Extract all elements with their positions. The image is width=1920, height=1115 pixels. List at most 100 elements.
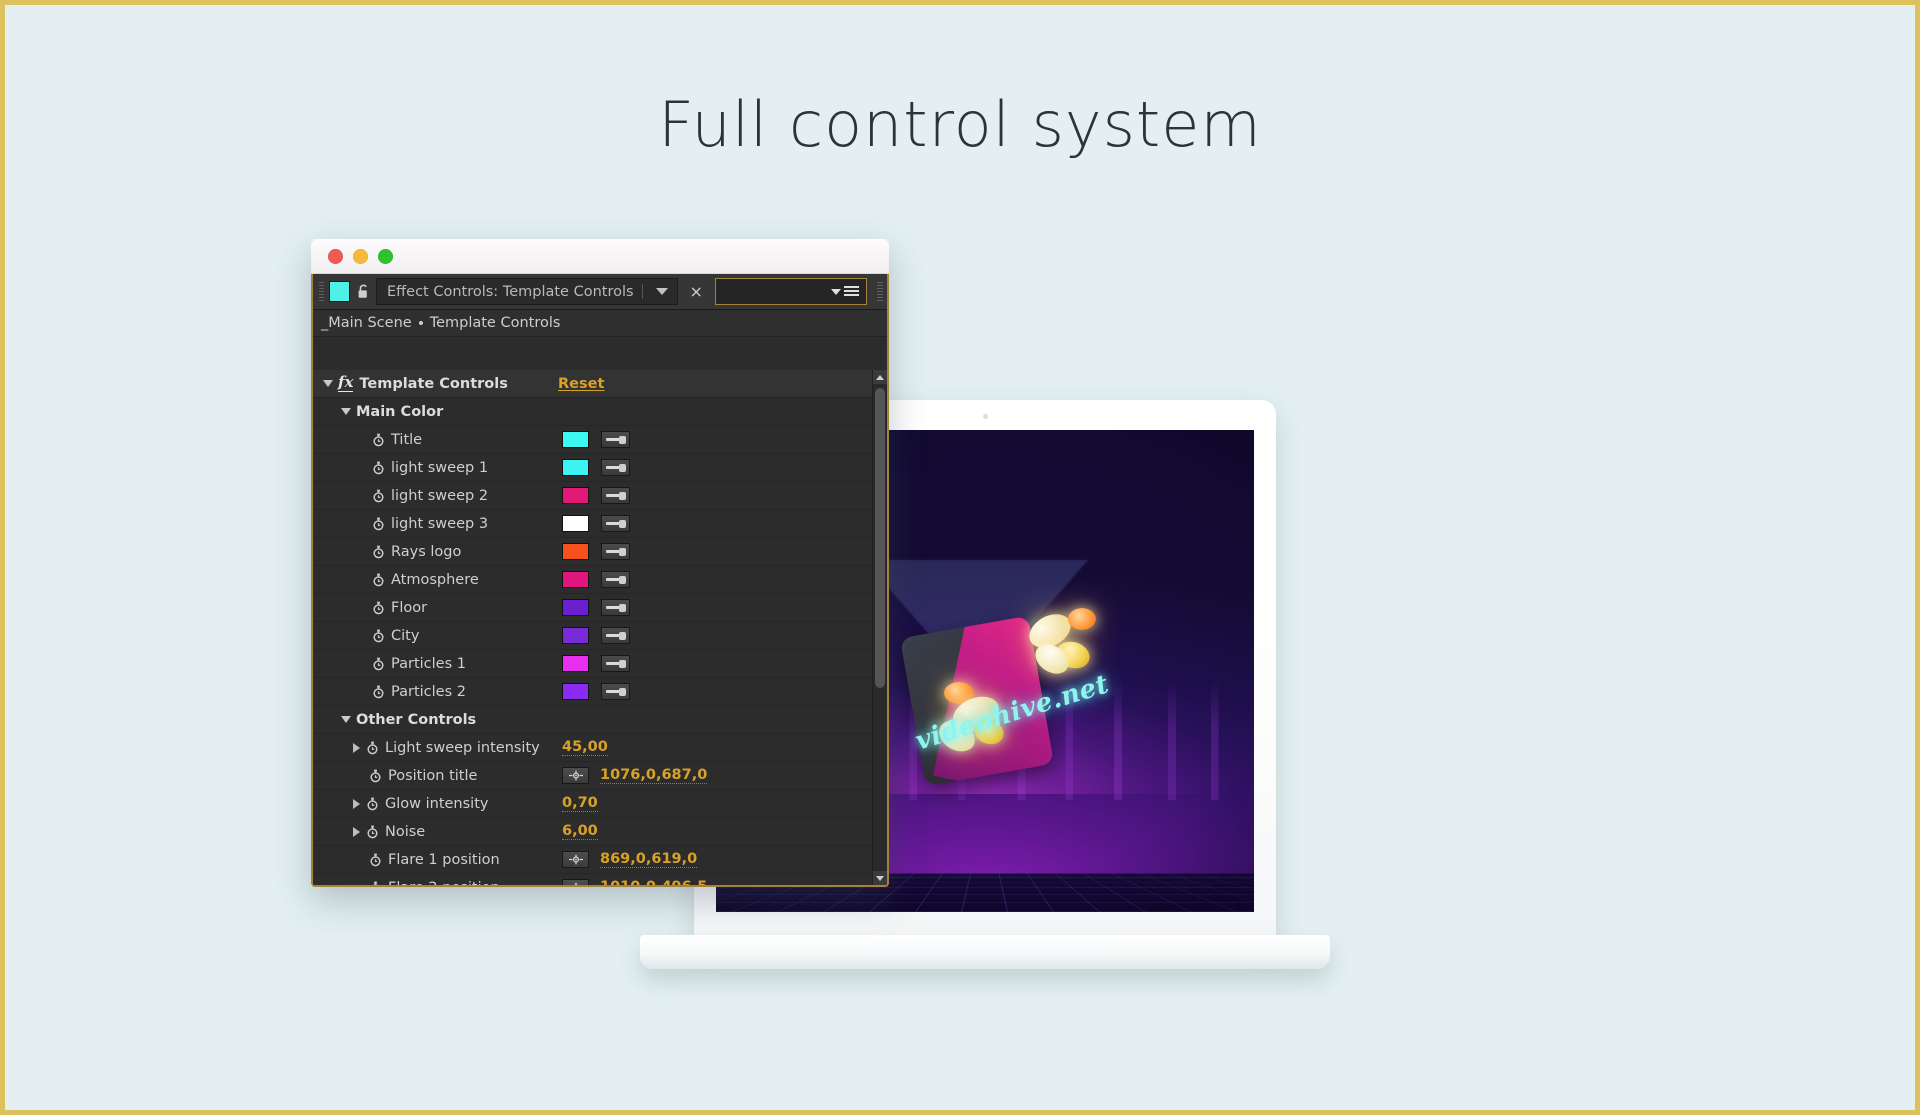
minimize-window-button[interactable] bbox=[353, 248, 368, 264]
color-swatch[interactable] bbox=[562, 599, 589, 616]
disclosure-triangle-icon[interactable] bbox=[353, 798, 360, 809]
parameter-label: Floor bbox=[391, 599, 428, 616]
parameter-label: Glow intensity bbox=[385, 795, 489, 812]
parameter-value[interactable]: 6,00 bbox=[562, 823, 598, 840]
other-parameter-rows: Light sweep intensity 45,00 Position title… bbox=[313, 734, 887, 885]
value-parameter-row[interactable]: Flare 1 position 869,0,619,0 bbox=[313, 846, 887, 874]
parameter-value[interactable]: 869,0,619,0 bbox=[600, 851, 698, 868]
effect-header-row[interactable]: fx Template Controls Reset bbox=[313, 370, 887, 398]
breadcrumb-comp[interactable]: _Main Scene bbox=[321, 315, 412, 331]
color-picker-button[interactable] bbox=[601, 599, 630, 616]
vertical-scrollbar[interactable] bbox=[872, 370, 887, 885]
group-row-main-color[interactable]: Main Color bbox=[313, 398, 887, 426]
stopwatch-icon[interactable] bbox=[372, 685, 385, 699]
stopwatch-icon[interactable] bbox=[372, 461, 385, 475]
color-parameter-row[interactable]: light sweep 1 bbox=[313, 454, 887, 482]
color-picker-button[interactable] bbox=[601, 459, 630, 476]
drag-grip-handle[interactable] bbox=[319, 282, 324, 301]
stopwatch-icon[interactable] bbox=[369, 853, 382, 867]
disclosure-triangle-icon[interactable] bbox=[341, 408, 351, 415]
chevron-down-icon[interactable] bbox=[655, 288, 668, 295]
color-swatch[interactable] bbox=[562, 683, 589, 700]
disclosure-triangle-icon[interactable] bbox=[341, 716, 351, 723]
breadcrumb-layer[interactable]: Template Controls bbox=[430, 315, 561, 331]
parameter-label: Flare 1 position bbox=[388, 851, 500, 868]
color-parameter-row[interactable]: Title bbox=[313, 426, 887, 454]
value-parameter-row[interactable]: Position title 1076,0,687,0 bbox=[313, 762, 887, 790]
stopwatch-icon[interactable] bbox=[372, 489, 385, 503]
tab-effect-controls[interactable]: Effect Controls: Template Controls bbox=[376, 278, 678, 305]
color-parameter-row[interactable]: Rays logo bbox=[313, 538, 887, 566]
stopwatch-icon[interactable] bbox=[366, 741, 379, 755]
color-picker-button[interactable] bbox=[601, 543, 630, 560]
group-row-other-controls[interactable]: Other Controls bbox=[313, 706, 887, 734]
color-swatch[interactable] bbox=[562, 571, 589, 588]
color-parameter-row[interactable]: Atmosphere bbox=[313, 566, 887, 594]
color-parameter-row[interactable]: Particles 1 bbox=[313, 650, 887, 678]
tab-label: Effect Controls: Template Controls bbox=[387, 283, 634, 300]
disclosure-triangle-icon[interactable] bbox=[353, 742, 360, 753]
close-window-button[interactable] bbox=[328, 248, 343, 264]
color-picker-button[interactable] bbox=[601, 683, 630, 700]
disclosure-triangle-icon[interactable] bbox=[323, 380, 333, 387]
parameter-value[interactable]: 0,70 bbox=[562, 795, 598, 812]
lock-icon[interactable] bbox=[355, 282, 371, 301]
stopwatch-icon[interactable] bbox=[366, 797, 379, 811]
position-picker-button[interactable] bbox=[562, 879, 589, 885]
parameter-value[interactable]: 1010,0,496,5 bbox=[600, 879, 707, 885]
parameter-value[interactable]: 1076,0,687,0 bbox=[600, 767, 708, 784]
scroll-down-button[interactable] bbox=[873, 871, 887, 885]
color-parameter-row[interactable]: City bbox=[313, 622, 887, 650]
color-swatch[interactable] bbox=[562, 487, 589, 504]
value-parameter-row[interactable]: Light sweep intensity 45,00 bbox=[313, 734, 887, 762]
panel-resize-grip[interactable] bbox=[877, 282, 883, 301]
zoom-window-button[interactable] bbox=[378, 248, 393, 264]
stopwatch-icon[interactable] bbox=[372, 433, 385, 447]
color-swatch[interactable] bbox=[562, 431, 589, 448]
parameter-value[interactable]: 45,00 bbox=[562, 739, 608, 756]
value-parameter-row[interactable]: Noise 6,00 bbox=[313, 818, 887, 846]
color-picker-button[interactable] bbox=[601, 431, 630, 448]
laptop-camera bbox=[983, 414, 988, 419]
color-parameter-row[interactable]: light sweep 2 bbox=[313, 482, 887, 510]
color-swatch[interactable] bbox=[562, 627, 589, 644]
reset-button[interactable]: Reset bbox=[558, 376, 604, 392]
scroll-up-button[interactable] bbox=[873, 370, 887, 384]
hamburger-icon bbox=[844, 285, 859, 298]
parameter-label: Atmosphere bbox=[391, 571, 479, 588]
color-picker-button[interactable] bbox=[601, 515, 630, 532]
stopwatch-icon[interactable] bbox=[369, 881, 382, 885]
position-picker-button[interactable] bbox=[562, 767, 589, 784]
stopwatch-icon[interactable] bbox=[372, 629, 385, 643]
parameter-label: Particles 1 bbox=[391, 655, 466, 672]
stopwatch-icon[interactable] bbox=[372, 517, 385, 531]
disclosure-triangle-icon[interactable] bbox=[353, 826, 360, 837]
color-swatch[interactable] bbox=[562, 543, 589, 560]
color-parameter-row[interactable]: light sweep 3 bbox=[313, 510, 887, 538]
stopwatch-icon[interactable] bbox=[372, 545, 385, 559]
color-parameter-row[interactable]: Floor bbox=[313, 594, 887, 622]
color-swatch[interactable] bbox=[562, 515, 589, 532]
color-picker-button[interactable] bbox=[601, 655, 630, 672]
panel-menu-button[interactable] bbox=[714, 278, 867, 305]
position-picker-button[interactable] bbox=[562, 851, 589, 868]
color-parameter-row[interactable]: Particles 2 bbox=[313, 678, 887, 706]
value-parameter-row[interactable]: Flare 2 position 1010,0,496,5 bbox=[313, 874, 887, 885]
color-picker-button[interactable] bbox=[601, 627, 630, 644]
stopwatch-icon[interactable] bbox=[372, 657, 385, 671]
color-swatch[interactable] bbox=[562, 459, 589, 476]
scrollbar-thumb[interactable] bbox=[875, 388, 885, 688]
stopwatch-icon[interactable] bbox=[369, 769, 382, 783]
color-picker-button[interactable] bbox=[601, 487, 630, 504]
color-swatch[interactable] bbox=[562, 655, 589, 672]
group-label: Other Controls bbox=[356, 711, 477, 728]
stopwatch-icon[interactable] bbox=[372, 601, 385, 615]
value-parameter-row[interactable]: Glow intensity 0,70 bbox=[313, 790, 887, 818]
close-tab-button[interactable]: × bbox=[683, 283, 710, 300]
page-title: Full control system bbox=[658, 88, 1262, 161]
color-picker-button[interactable] bbox=[601, 571, 630, 588]
effect-controls-window: Effect Controls: Template Controls × _Ma… bbox=[311, 239, 889, 887]
parameter-label: Light sweep intensity bbox=[385, 739, 540, 756]
stopwatch-icon[interactable] bbox=[372, 573, 385, 587]
stopwatch-icon[interactable] bbox=[366, 825, 379, 839]
